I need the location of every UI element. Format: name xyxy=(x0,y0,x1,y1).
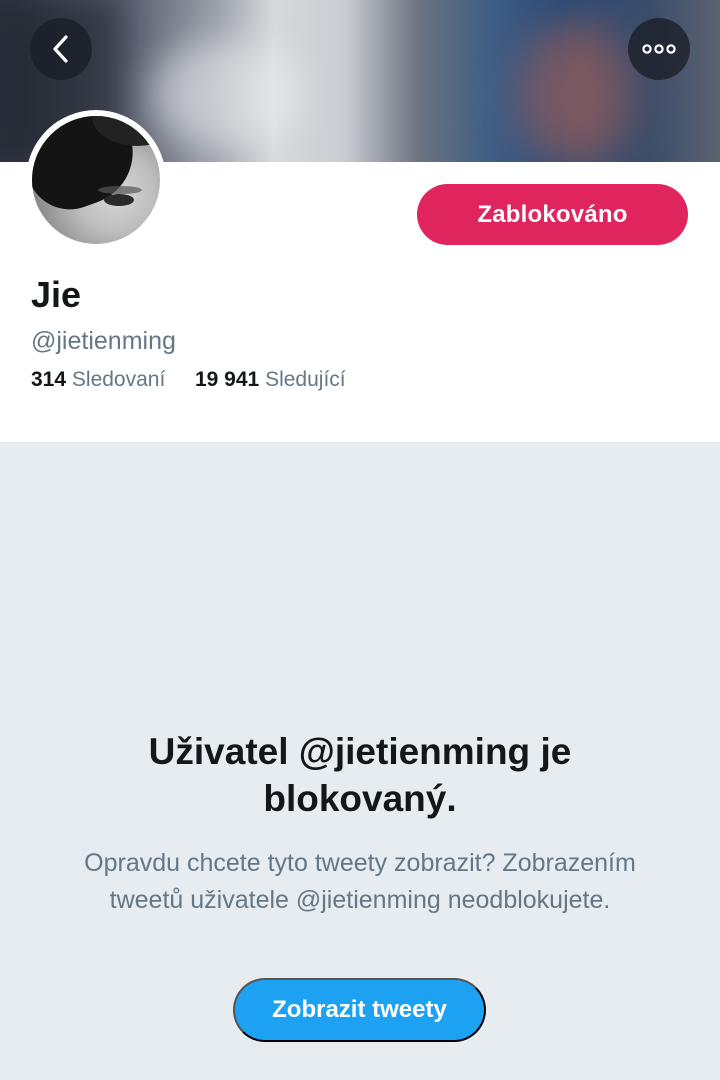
following-count: 314 xyxy=(31,368,67,391)
back-button[interactable] xyxy=(30,18,92,80)
blocked-notice-description: Opravdu chcete tyto tweety zobrazit? Zob… xyxy=(84,849,636,914)
avatar-eyelid xyxy=(98,186,142,194)
show-tweets-button[interactable]: Zobrazit tweety xyxy=(233,978,486,1042)
followers-label: Sledující xyxy=(265,368,346,391)
chevron-left-icon xyxy=(53,35,68,63)
following-label: Sledovaní xyxy=(71,368,166,391)
following-link[interactable]: 314 Sledovaní xyxy=(31,368,171,391)
follow-stats: 314 Sledovaní 19 941 Sledující xyxy=(31,368,346,392)
banner-figure xyxy=(520,20,630,162)
followers-link[interactable]: 19 941 Sledující xyxy=(189,368,346,391)
more-options-button[interactable] xyxy=(628,18,690,80)
user-handle: @jietienming xyxy=(31,327,176,355)
more-horizontal-icon xyxy=(642,44,676,54)
blocked-button[interactable]: Zablokováno xyxy=(417,184,688,245)
blocked-notice-title: Uživatel @jietienming je blokovaný. xyxy=(148,731,572,819)
followers-count: 19 941 xyxy=(194,368,260,391)
avatar[interactable] xyxy=(32,116,160,244)
avatar-ring xyxy=(26,110,166,250)
avatar-eye xyxy=(104,194,134,206)
banner-highlight xyxy=(150,40,300,150)
display-name: Jie xyxy=(31,274,82,315)
